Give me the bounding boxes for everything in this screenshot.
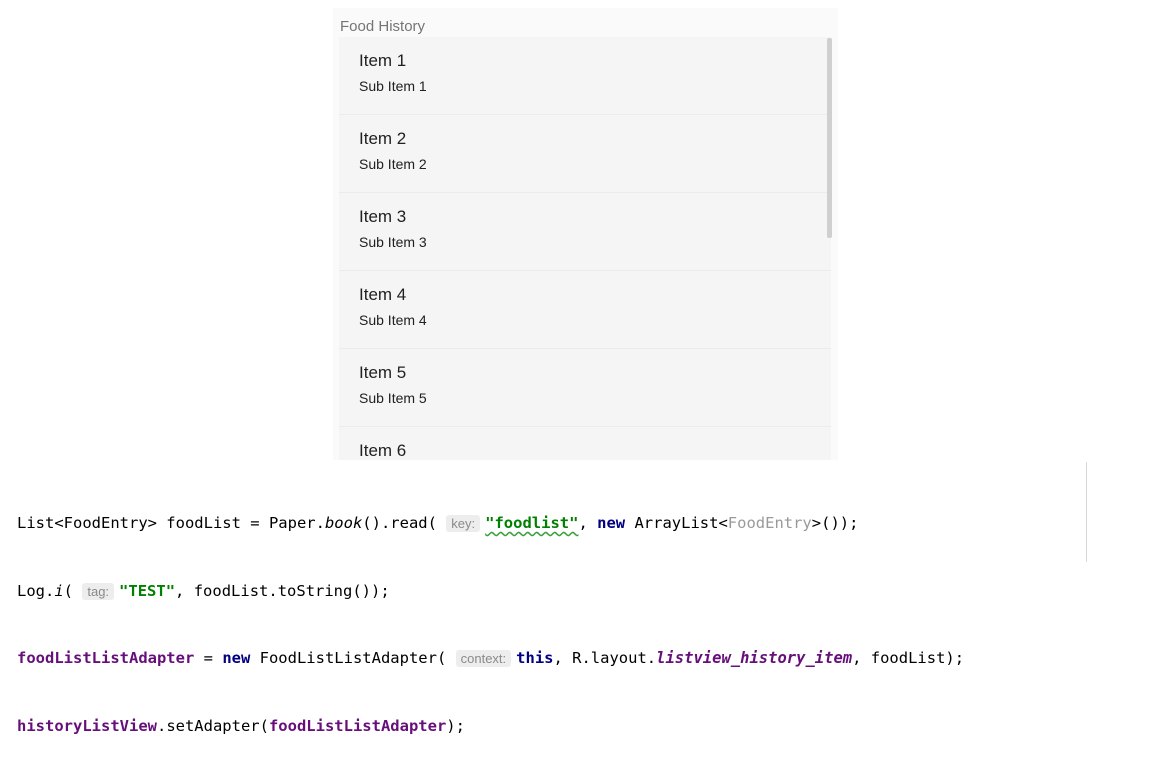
list-item-title: Item 3 [359,207,407,226]
code-method: book [324,514,363,532]
param-hint: tag: [82,582,115,600]
list-item-subtitle: Sub Item 1 [359,78,427,94]
code-line-2: Log.i( tag: "TEST", foodList.toString()); [17,580,1147,603]
code-field: foodListListAdapter [268,716,447,735]
list-item-title: Item 6 [359,441,407,460]
code-text: >()); [811,514,859,532]
code-text: = [194,649,223,667]
code-keyword: new [597,514,626,532]
code-snippet: List<FoodEntry> foodList = Paper.book().… [17,467,1147,760]
code-method: i [54,581,64,600]
list-item-title: Item 1 [359,51,407,70]
code-text: ArrayList< [625,514,728,532]
code-text: , [578,514,598,532]
list-item[interactable]: Item 2 Sub Item 2 [339,115,831,193]
code-text: List<FoodEntry> foodList = Paper. [17,514,325,532]
code-line-4: historyListView.setAdapter(foodListListA… [17,715,1147,738]
code-text: Log. [17,581,55,600]
code-keyword: new [222,649,251,667]
list-item-title: Item 5 [359,363,407,382]
code-static-field: listview_history_item [656,649,853,667]
list-item-title: Item 4 [359,285,407,304]
code-generic-type: FoodEntry [727,514,812,532]
list-item[interactable]: Item 6 [339,427,831,460]
list-item-title: Item 2 [359,129,407,148]
code-text: , foodList.toString()); [175,581,390,600]
code-text: , R.layout. [553,649,657,667]
list-item[interactable]: Item 4 Sub Item 4 [339,271,831,349]
code-text: FoodListListAdapter( [250,649,447,667]
code-field: historyListView [17,716,157,735]
list-item-subtitle: Sub Item 5 [359,390,427,406]
code-line-3: foodListListAdapter = new FoodListListAd… [17,647,1147,670]
code-field: foodListListAdapter [17,649,195,667]
list-item[interactable]: Item 3 Sub Item 3 [339,193,831,271]
list-item-subtitle: Sub Item 3 [359,234,427,250]
list-scrollbar[interactable] [827,38,832,238]
code-text: , foodList); [852,649,965,667]
code-line-1: List<FoodEntry> foodList = Paper.book().… [17,512,1147,535]
food-history-list[interactable]: Item 1 Sub Item 1 Item 2 Sub Item 2 Item… [339,37,831,460]
page-title: Food History [340,18,426,35]
code-string: "foodlist" [485,514,579,532]
list-item[interactable]: Item 1 Sub Item 1 [339,37,831,115]
list-item-subtitle: Sub Item 4 [359,312,427,328]
code-string: "TEST" [119,581,176,600]
code-text: .setAdapter( [156,716,269,735]
param-hint: key: [446,515,481,532]
code-text: ( [63,581,74,600]
code-text: ); [446,716,465,735]
code-keyword: this [516,649,554,667]
food-history-screen: Food History Item 1 Sub Item 1 Item 2 Su… [333,8,838,460]
list-item-subtitle: Sub Item 2 [359,156,427,172]
code-text: ().read( [362,514,437,532]
param-hint: context: [455,650,512,667]
list-item[interactable]: Item 5 Sub Item 5 [339,349,831,427]
